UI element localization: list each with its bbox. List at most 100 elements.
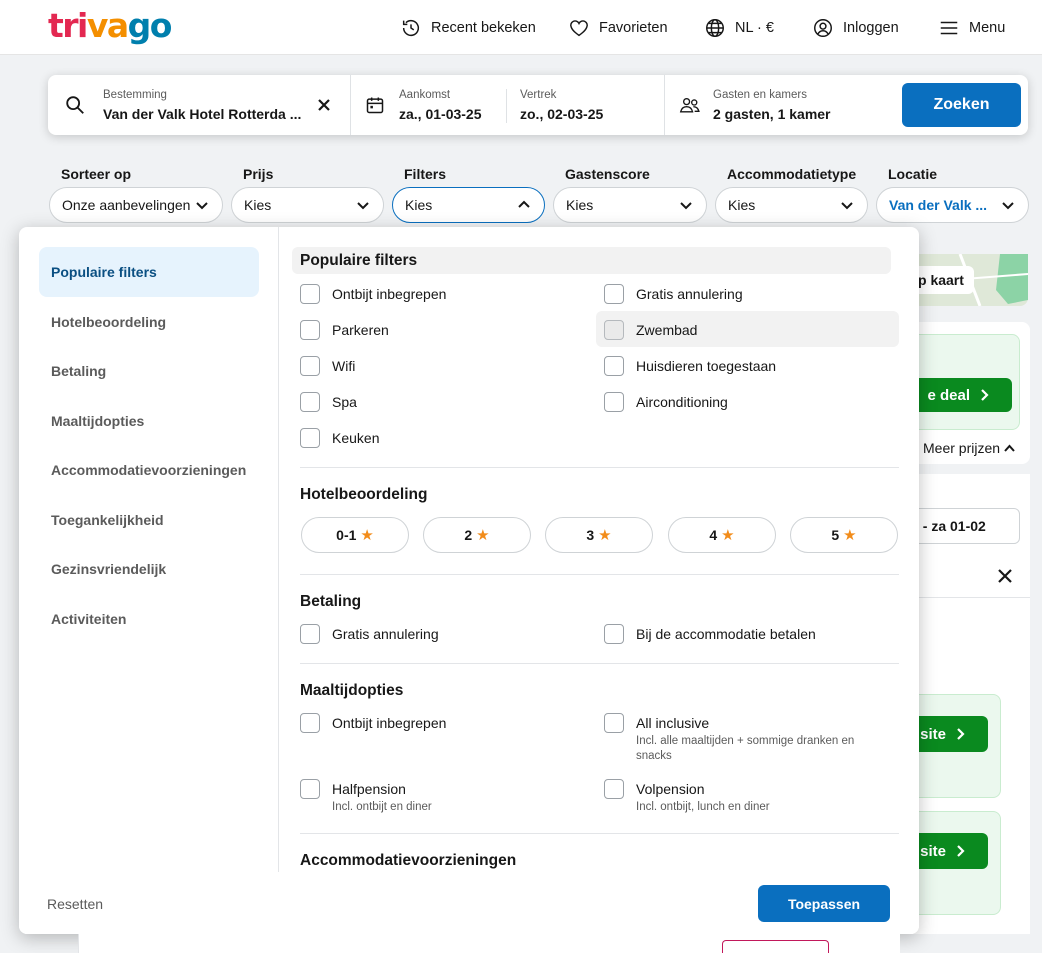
sidebar-item-payment[interactable]: Betaling bbox=[39, 346, 259, 396]
reset-button[interactable]: Resetten bbox=[47, 896, 103, 912]
checkbox-parking[interactable]: Parkeren bbox=[300, 320, 389, 340]
checkbox-box[interactable] bbox=[604, 779, 624, 799]
search-button[interactable]: Zoeken bbox=[902, 83, 1021, 127]
price-select[interactable]: Kies bbox=[231, 187, 384, 223]
checkout-value[interactable]: zo., 02-03-25 bbox=[520, 106, 603, 122]
checkbox-box[interactable] bbox=[604, 284, 624, 304]
guests-field[interactable]: Gasten en kamers 2 gasten, 1 kamer bbox=[665, 75, 895, 135]
checkbox-label: Ontbijt inbegrepen bbox=[332, 715, 447, 731]
destination-field[interactable]: Bestemming Van der Valk Hotel Rotterda .… bbox=[48, 75, 350, 135]
checkin-value[interactable]: za., 01-03-25 bbox=[399, 106, 482, 122]
popular-title-text: Populaire filters bbox=[300, 251, 418, 269]
nav-login[interactable]: Inloggen bbox=[812, 14, 899, 42]
checkbox-pay-at-property[interactable]: Bij de accommodatie betalen bbox=[604, 624, 816, 644]
payment-title: Betaling bbox=[300, 593, 362, 610]
checkbox-aircon[interactable]: Airconditioning bbox=[604, 392, 728, 412]
destination-value[interactable]: Van der Valk Hotel Rotterda ... bbox=[103, 106, 301, 122]
rating-3-button[interactable]: 3 ★ bbox=[545, 517, 653, 553]
checkbox-box[interactable] bbox=[300, 428, 320, 448]
checkbox-full-board[interactable]: Volpension Incl. ontbijt, lunch en diner bbox=[604, 779, 886, 815]
checkbox-payment-free-cancellation[interactable]: Gratis annulering bbox=[300, 624, 439, 644]
sidebar-item-facilities[interactable]: Accommodatievoorzieningen bbox=[39, 445, 259, 495]
checkbox-box[interactable] bbox=[604, 356, 624, 376]
deal-button-label: e deal bbox=[927, 386, 970, 404]
rating-0-1-button[interactable]: 0-1 ★ bbox=[301, 517, 409, 553]
checkbox-box[interactable] bbox=[300, 356, 320, 376]
star-icon: ★ bbox=[598, 527, 612, 544]
date-range-chip[interactable]: l - za 01-02 bbox=[908, 508, 1020, 544]
rating-label: 2 bbox=[464, 527, 473, 543]
guest-score-select[interactable]: Kies bbox=[553, 187, 707, 223]
checkbox-label: Halfpension bbox=[332, 781, 406, 797]
rating-label: 4 bbox=[709, 527, 718, 543]
sidebar-item-rating[interactable]: Hotelbeoordeling bbox=[39, 297, 259, 347]
nav-favorites[interactable]: Favorieten bbox=[568, 14, 668, 42]
checkbox-box[interactable] bbox=[604, 624, 624, 644]
checkbox-box[interactable] bbox=[300, 779, 320, 799]
rating-label: 5 bbox=[831, 527, 840, 543]
sidebar-item-accessibility[interactable]: Toegankelijkheid bbox=[39, 495, 259, 545]
checkbox-free-cancellation[interactable]: Gratis annulering bbox=[604, 284, 743, 304]
checkbox-wifi[interactable]: Wifi bbox=[300, 356, 355, 376]
sort-value: Onze aanbevelingen bbox=[62, 197, 191, 213]
checkbox-pool[interactable]: Zwembad bbox=[604, 320, 697, 340]
sidebar-item-family[interactable]: Gezinsvriendelijk bbox=[39, 544, 259, 594]
checkbox-box[interactable] bbox=[300, 320, 320, 340]
sidebar-item-popular[interactable]: Populaire filters bbox=[39, 247, 259, 297]
checkbox-box[interactable] bbox=[300, 392, 320, 412]
location-select[interactable]: Van der Valk ... bbox=[876, 187, 1029, 223]
checkbox-box[interactable] bbox=[300, 624, 320, 644]
rating-2-button[interactable]: 2 ★ bbox=[423, 517, 531, 553]
checkbox-box[interactable] bbox=[300, 284, 320, 304]
checkbox-label: All inclusive bbox=[636, 715, 710, 731]
checkbox-label: Spa bbox=[332, 394, 357, 410]
checkbox-sublabel: Incl. alle maaltijden + sommige dranken … bbox=[636, 735, 855, 762]
globe-icon bbox=[706, 19, 724, 37]
popular-title: Populaire filters bbox=[292, 247, 891, 274]
nav-locale[interactable]: NL · € bbox=[704, 14, 774, 42]
sidebar-item-meals[interactable]: Maaltijdopties bbox=[39, 396, 259, 446]
sort-label: Sorteer op bbox=[61, 166, 132, 182]
checkbox-box[interactable] bbox=[604, 713, 624, 733]
map-thumbnail[interactable]: p kaart bbox=[900, 254, 1028, 306]
heart-icon bbox=[570, 20, 588, 37]
rating-5-button[interactable]: 5 ★ bbox=[790, 517, 898, 553]
checkbox-breakfast[interactable]: Ontbijt inbegrepen bbox=[300, 284, 446, 304]
divider bbox=[300, 833, 899, 834]
checkbox-all-inclusive[interactable]: All inclusive Incl. alle maaltijden + som… bbox=[604, 713, 886, 764]
clear-icon[interactable] bbox=[317, 98, 331, 112]
divider bbox=[300, 467, 899, 468]
nav-recent[interactable]: Recent bekeken bbox=[400, 14, 536, 42]
dates-field[interactable]: Aankomst za., 01-03-25 Vertrek zo., 02-0… bbox=[351, 75, 664, 135]
trivago-logo[interactable]: trivago bbox=[48, 6, 172, 46]
divider bbox=[300, 663, 899, 664]
checkbox-label: Keuken bbox=[332, 430, 380, 446]
checkbox-label: Huisdieren toegestaan bbox=[636, 358, 777, 374]
sidebar-item-activities[interactable]: Activiteiten bbox=[39, 594, 259, 644]
location-value: Van der Valk ... bbox=[889, 197, 988, 213]
calendar-icon bbox=[366, 97, 384, 114]
checkbox-meal-breakfast[interactable]: Ontbijt inbegrepen bbox=[300, 713, 446, 733]
checkbox-pets[interactable]: Huisdieren toegestaan bbox=[604, 356, 776, 376]
accommodation-type-value: Kies bbox=[728, 197, 756, 213]
guests-value[interactable]: 2 gasten, 1 kamer bbox=[713, 106, 831, 122]
filters-select[interactable]: Kies bbox=[392, 187, 545, 223]
checkbox-box[interactable] bbox=[604, 392, 624, 412]
checkbox-spa[interactable]: Spa bbox=[300, 392, 357, 412]
guests-icon bbox=[679, 97, 700, 113]
search-icon bbox=[66, 96, 84, 114]
close-icon[interactable] bbox=[998, 569, 1012, 583]
checkbox-box[interactable] bbox=[300, 713, 320, 733]
checkbox-kitchen[interactable]: Keuken bbox=[300, 428, 379, 448]
rating-4-button[interactable]: 4 ★ bbox=[668, 517, 776, 553]
facilities-title: Accommodatievoorzieningen bbox=[300, 852, 517, 869]
sort-select[interactable]: Onze aanbevelingen bbox=[49, 187, 223, 223]
apply-button[interactable]: Toepassen bbox=[758, 885, 890, 922]
checkbox-half-board[interactable]: Halfpension Incl. ontbijt en diner bbox=[300, 779, 582, 815]
more-prices-link[interactable]: Meer prijzen bbox=[923, 440, 1015, 456]
checkbox-box[interactable] bbox=[604, 320, 624, 340]
deal-button[interactable]: e deal bbox=[910, 378, 1012, 412]
accommodation-type-select[interactable]: Kies bbox=[715, 187, 868, 223]
nav-menu[interactable]: Menu bbox=[938, 14, 1005, 42]
filters-panel: Populaire filters Hotelbeoordeling Betal… bbox=[19, 227, 919, 934]
